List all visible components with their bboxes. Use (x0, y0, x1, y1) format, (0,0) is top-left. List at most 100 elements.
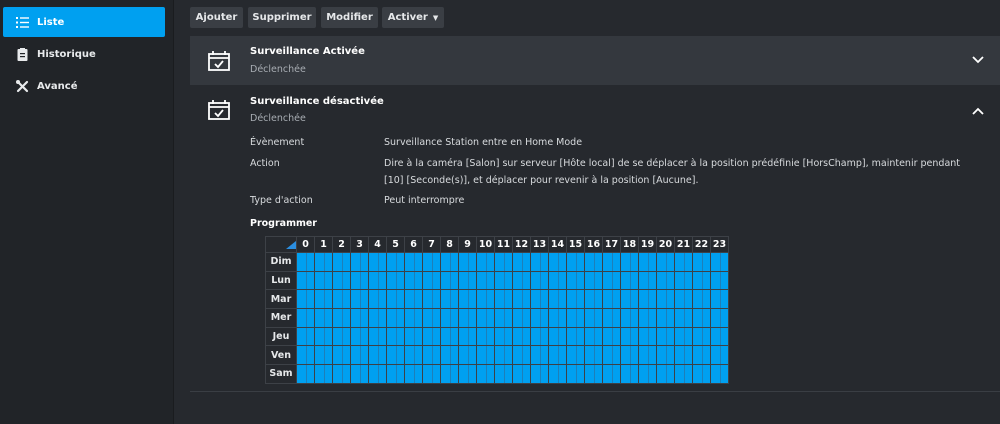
schedule-cell[interactable] (386, 364, 405, 384)
schedule-cell[interactable] (422, 252, 441, 272)
hour-header[interactable]: 1 (314, 236, 333, 253)
schedule-cell[interactable] (386, 289, 405, 310)
hour-header[interactable]: 7 (422, 236, 441, 253)
schedule-cell[interactable] (458, 345, 477, 366)
schedule-cell[interactable] (512, 308, 531, 328)
schedule-cell[interactable] (566, 345, 585, 366)
add-button[interactable]: Ajouter (190, 7, 243, 28)
schedule-cell[interactable] (548, 326, 567, 347)
schedule-cell[interactable] (584, 289, 603, 310)
schedule-cell[interactable] (692, 289, 711, 310)
hour-header[interactable]: 18 (620, 236, 639, 253)
hour-header[interactable]: 16 (584, 236, 603, 253)
schedule-cell[interactable] (620, 326, 639, 347)
schedule-cell[interactable] (350, 326, 369, 347)
schedule-cell[interactable] (494, 326, 513, 347)
schedule-cell[interactable] (332, 252, 351, 272)
schedule-cell[interactable] (710, 364, 729, 384)
schedule-cell[interactable] (386, 345, 405, 366)
schedule-cell[interactable] (296, 326, 315, 347)
schedule-cell[interactable] (674, 289, 693, 310)
hour-header[interactable]: 17 (602, 236, 621, 253)
schedule-cell[interactable] (710, 270, 729, 291)
schedule-cell[interactable] (404, 326, 423, 347)
day-header[interactable]: Dim (265, 252, 297, 272)
schedule-cell[interactable] (584, 364, 603, 384)
schedule-cell[interactable] (512, 345, 531, 366)
sidebar-item-avance[interactable]: Avancé (3, 71, 165, 101)
hour-header[interactable]: 9 (458, 236, 477, 253)
schedule-cell[interactable] (656, 345, 675, 366)
schedule-cell[interactable] (692, 364, 711, 384)
schedule-cell[interactable] (368, 345, 387, 366)
schedule-cell[interactable] (458, 289, 477, 310)
schedule-cell[interactable] (620, 345, 639, 366)
schedule-cell[interactable] (494, 345, 513, 366)
hour-header[interactable]: 20 (656, 236, 675, 253)
schedule-cell[interactable] (512, 364, 531, 384)
schedule-cell[interactable] (494, 308, 513, 328)
schedule-cell[interactable] (368, 364, 387, 384)
schedule-cell[interactable] (422, 270, 441, 291)
schedule-grid[interactable]: 0 1 2 3 4 5 6 7 8 9 10 11 12 13 14 15 16 17 18 19 20 21 22 23 D… (265, 236, 729, 384)
schedule-cell[interactable] (314, 270, 333, 291)
schedule-cell[interactable] (296, 364, 315, 384)
hour-header[interactable]: 2 (332, 236, 351, 253)
schedule-cell[interactable] (692, 270, 711, 291)
schedule-cell[interactable] (476, 364, 495, 384)
schedule-cell[interactable] (332, 270, 351, 291)
schedule-cell[interactable] (476, 252, 495, 272)
schedule-cell[interactable] (314, 326, 333, 347)
schedule-cell[interactable] (584, 270, 603, 291)
schedule-cell[interactable] (530, 252, 549, 272)
schedule-cell[interactable] (530, 364, 549, 384)
schedule-cell[interactable] (638, 289, 657, 310)
day-header[interactable]: Mer (265, 308, 297, 328)
schedule-cell[interactable] (476, 270, 495, 291)
schedule-cell[interactable] (386, 252, 405, 272)
schedule-cell[interactable] (530, 270, 549, 291)
schedule-cell[interactable] (674, 308, 693, 328)
schedule-cell[interactable] (602, 308, 621, 328)
schedule-cell[interactable] (404, 252, 423, 272)
schedule-cell[interactable] (674, 345, 693, 366)
hour-header[interactable]: 5 (386, 236, 405, 253)
schedule-cell[interactable] (566, 289, 585, 310)
schedule-cell[interactable] (404, 289, 423, 310)
schedule-cell[interactable] (458, 326, 477, 347)
schedule-cell[interactable] (674, 252, 693, 272)
schedule-cell[interactable] (512, 289, 531, 310)
schedule-cell[interactable] (476, 289, 495, 310)
schedule-cell[interactable] (674, 364, 693, 384)
schedule-cell[interactable] (368, 270, 387, 291)
schedule-cell[interactable] (368, 308, 387, 328)
hour-header[interactable]: 13 (530, 236, 549, 253)
schedule-cell[interactable] (494, 270, 513, 291)
schedule-cell[interactable] (350, 270, 369, 291)
schedule-cell[interactable] (386, 326, 405, 347)
hour-header[interactable]: 4 (368, 236, 387, 253)
day-header[interactable]: Sam (265, 364, 297, 384)
edit-button[interactable]: Modifier (321, 7, 378, 28)
schedule-cell[interactable] (296, 270, 315, 291)
activate-dropdown-button[interactable]: Activer ▼ (382, 7, 444, 28)
schedule-cell[interactable] (296, 252, 315, 272)
schedule-cell[interactable] (314, 308, 333, 328)
schedule-cell[interactable] (530, 308, 549, 328)
schedule-cell[interactable] (314, 364, 333, 384)
schedule-cell[interactable] (602, 270, 621, 291)
schedule-cell[interactable] (494, 252, 513, 272)
schedule-cell[interactable] (656, 252, 675, 272)
schedule-cell[interactable] (494, 364, 513, 384)
schedule-cell[interactable] (620, 252, 639, 272)
hour-header[interactable]: 22 (692, 236, 711, 253)
schedule-cell[interactable] (422, 289, 441, 310)
schedule-cell[interactable] (332, 326, 351, 347)
schedule-cell[interactable] (566, 252, 585, 272)
schedule-cell[interactable] (584, 308, 603, 328)
schedule-cell[interactable] (386, 270, 405, 291)
chevron-up-icon[interactable] (972, 107, 984, 115)
schedule-cell[interactable] (422, 345, 441, 366)
schedule-cell[interactable] (314, 252, 333, 272)
schedule-cell[interactable] (692, 345, 711, 366)
